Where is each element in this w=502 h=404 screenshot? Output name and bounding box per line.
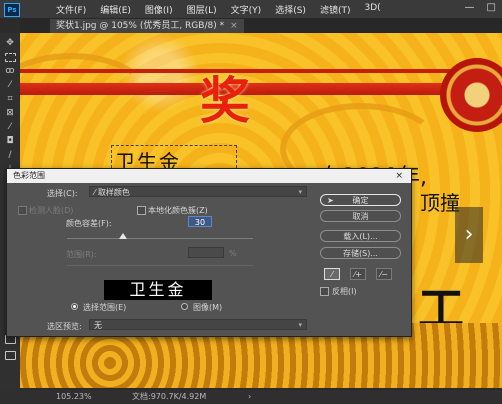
lasso-icon[interactable]: ꝏ [3, 65, 17, 77]
invert-checkbox[interactable] [320, 287, 329, 296]
menu-edit[interactable]: 编辑(E) [100, 3, 131, 16]
eyedropper-icon[interactable]: ⁄ [324, 268, 340, 280]
ok-label: 确定 [352, 196, 369, 205]
quick-mask-icon[interactable] [3, 349, 17, 361]
healing-icon[interactable]: ◘ [3, 135, 17, 147]
maximize-button[interactable]: □ [487, 2, 496, 13]
select-label: 选择(C): [47, 189, 78, 198]
select-dropdown[interactable]: ⁄ 取样颜色 ▾ [89, 186, 307, 197]
marquee-icon[interactable] [3, 51, 17, 63]
invert-label: 反相(I) [332, 287, 357, 296]
certificate-line-2: 顶撞 [420, 191, 460, 215]
load-button[interactable]: 载入(L)... [320, 230, 401, 242]
menu-type[interactable]: 文字(Y) [231, 3, 262, 16]
dialog-title-bar[interactable]: 色彩范围 × [7, 169, 411, 183]
selection-preview-value: 无 [94, 321, 102, 330]
range-slider-track [67, 265, 253, 266]
red-ribbon-thin [20, 69, 502, 73]
status-arrow-icon[interactable]: › [248, 390, 251, 404]
fuzziness-label: 颜色容差(F): [66, 219, 112, 228]
dialog-title: 色彩范围 [13, 171, 45, 180]
red-ribbon [20, 83, 502, 95]
selection-preview-image: 卫生金 [104, 280, 212, 300]
select-value: 取样颜色 [97, 188, 130, 197]
frame-icon[interactable]: ⊠ [3, 107, 17, 119]
photoshop-logo-icon[interactable]: Ps [4, 3, 20, 17]
window-controls: — □ [465, 2, 496, 13]
menu-3d[interactable]: 3D( [364, 3, 380, 16]
selection-radio[interactable] [71, 303, 78, 310]
fuzziness-slider-track[interactable] [67, 238, 253, 239]
certificate-title: 奖 [200, 71, 250, 130]
localized-clusters-checkbox[interactable] [137, 206, 146, 215]
ok-button[interactable]: ➤ 确定 [320, 194, 401, 206]
localized-clusters-label: 本地化颜色簇(Z) [148, 206, 208, 215]
fuzziness-slider-thumb[interactable] [118, 233, 127, 239]
document-tab-label: 奖状1.jpg @ 105% (优秀员工, RGB/8) * [56, 21, 225, 31]
menu-file[interactable]: 文件(F) [56, 3, 86, 16]
eyedropper-icon[interactable]: ⁄ [3, 121, 17, 133]
menu-bar: Ps 文件(F) 编辑(E) 图像(I) 图层(L) 文字(Y) 选择(S) 滤… [0, 0, 502, 18]
color-range-dialog: 色彩范围 × 选择(C): ⁄ 取样颜色 ▾ 检测人脸(D) 本地化颜色簇(Z)… [6, 168, 412, 337]
zoom-level[interactable]: 105.23% [56, 390, 92, 404]
range-label: 范围(R): [66, 250, 97, 259]
cursor-icon: ➤ [327, 196, 334, 205]
selection-preview-label: 选区预览: [47, 322, 82, 331]
image-radio[interactable] [181, 303, 188, 310]
status-bar: 105.23% 文档:970.7K/4.92M › [0, 390, 502, 404]
chevron-down-icon: ▾ [298, 188, 302, 196]
next-arrow-button[interactable]: › [455, 207, 483, 263]
eyedropper-plus-icon[interactable]: ⁄+ [350, 268, 366, 280]
menu-image[interactable]: 图像(I) [145, 3, 173, 16]
eyedropper-minus-icon[interactable]: ⁄− [376, 268, 392, 280]
detect-faces-label: 检测人脸(D) [29, 206, 74, 215]
menu-items: 文件(F) 编辑(E) 图像(I) 图层(L) 文字(Y) 选择(S) 滤镜(T… [56, 3, 381, 16]
selection-radio-label: 选择范围(E) [83, 303, 127, 312]
crop-icon[interactable]: ⌗ [3, 93, 17, 105]
doc-size: 文档:970.7K/4.92M [132, 392, 207, 401]
save-button[interactable]: 存储(S)... [320, 247, 401, 259]
menu-layer[interactable]: 图层(L) [187, 3, 217, 16]
detect-faces-checkbox[interactable] [18, 206, 27, 215]
cancel-button[interactable]: 取消 [320, 210, 401, 222]
fuzziness-input[interactable]: 30 [188, 216, 212, 227]
brush-icon[interactable]: ∕ [3, 149, 17, 161]
menu-select[interactable]: 选择(S) [275, 3, 306, 16]
chevron-down-icon: ▾ [298, 321, 302, 329]
close-icon[interactable]: × [395, 169, 403, 183]
rosette-emblem [440, 58, 502, 132]
selection-preview-dropdown[interactable]: 无 ▾ [89, 319, 307, 330]
document-tab[interactable]: 奖状1.jpg @ 105% (优秀员工, RGB/8) * × [50, 19, 244, 33]
document-tab-bar: 奖状1.jpg @ 105% (优秀员工, RGB/8) * × [20, 18, 502, 34]
image-radio-label: 图像(M) [193, 303, 223, 312]
close-tab-icon[interactable]: × [230, 21, 238, 31]
minimize-button[interactable]: — [465, 2, 475, 13]
quick-select-icon[interactable]: ⁄ [3, 79, 17, 91]
move-icon[interactable]: ✥ [3, 37, 17, 49]
range-input [188, 247, 224, 258]
menu-filter[interactable]: 滤镜(T) [320, 3, 351, 16]
range-unit: % [229, 249, 237, 258]
ornament-swirl [20, 53, 152, 145]
